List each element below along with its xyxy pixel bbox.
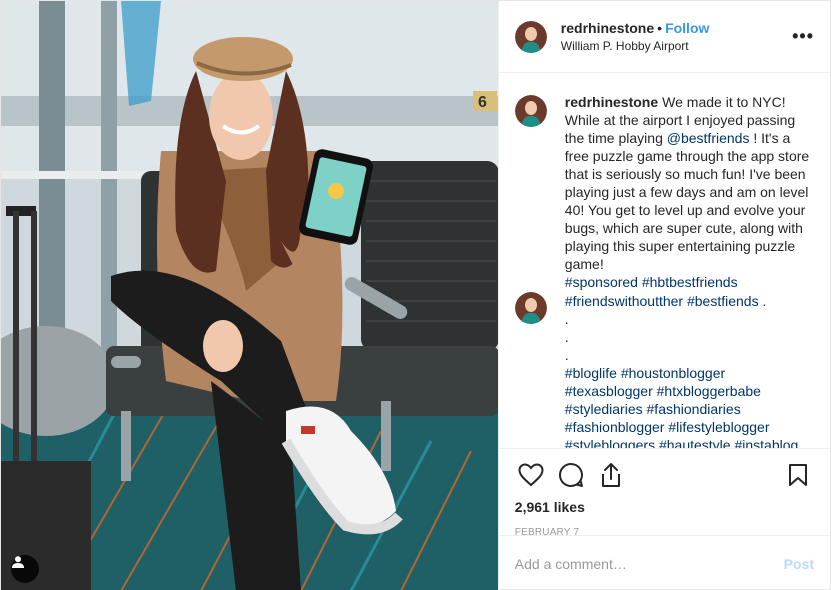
hashtag-link[interactable]: #hbtbestfriends	[642, 274, 738, 290]
caption-text-part: ! It's a free puzzle game through the ap…	[564, 130, 810, 272]
like-button[interactable]	[511, 455, 551, 495]
hashtag-link[interactable]: #houstonblogger	[621, 365, 725, 381]
user-silhouette-icon	[12, 556, 24, 568]
instagram-post: 6 redrhinestone • Follow William P. Hobb…	[0, 0, 831, 590]
header-username[interactable]: redrhinestone	[561, 20, 654, 36]
follow-button[interactable]: Follow	[665, 20, 709, 36]
post-header: redrhinestone • Follow William P. Hobby Ai…	[498, 1, 830, 73]
comment-row: #friendswithoutther #bestfiends . . . . …	[514, 292, 814, 448]
comment-text: #friendswithoutther #bestfiends . . . . …	[565, 292, 814, 448]
more-options-button[interactable]: •••	[792, 26, 814, 47]
profile-picture-icon	[514, 95, 547, 127]
hashtag-link[interactable]: #bestfiends	[687, 293, 759, 309]
profile-picture-icon	[514, 20, 547, 53]
hashtag-link[interactable]: #fashionblogger	[565, 419, 665, 435]
likes-count[interactable]: 2,961 likes	[511, 499, 818, 515]
post-button[interactable]: Post	[784, 556, 814, 572]
save-button[interactable]	[778, 455, 818, 495]
gate-number: 6	[478, 94, 487, 111]
avatar[interactable]	[514, 292, 547, 324]
mention-link[interactable]: @bestfriends	[667, 130, 750, 146]
post-side-panel: redrhinestone • Follow William P. Hobby Ai…	[497, 1, 830, 590]
trailing-period: .	[762, 293, 767, 309]
avatar[interactable]	[514, 20, 547, 53]
hashtag-link[interactable]: #sponsored	[565, 274, 638, 290]
action-icons	[511, 455, 818, 495]
caption-author[interactable]: redrhinestone	[565, 94, 658, 110]
hashtag-link[interactable]: #texasblogger	[565, 383, 653, 399]
caption-row: redrhinestone We made it to NYC! While at…	[514, 93, 814, 291]
heart-icon	[518, 463, 544, 487]
hashtag-link[interactable]: #stylebloggers	[565, 437, 655, 448]
hashtag-link[interactable]: #stylediaries	[565, 401, 643, 417]
dot-line: .	[564, 347, 569, 363]
comment-icon	[558, 462, 583, 487]
profile-picture-icon	[514, 292, 547, 324]
comments-list[interactable]: redrhinestone We made it to NYC! While at…	[499, 73, 830, 448]
hashtag-link[interactable]: #hautestyle	[659, 437, 731, 448]
header-separator: •	[657, 19, 663, 36]
add-comment-bar: Post	[498, 535, 830, 590]
tagged-users-button[interactable]	[11, 555, 39, 583]
hashtag-link[interactable]: #instablog	[734, 437, 798, 448]
share-button[interactable]	[591, 455, 631, 495]
airport-selfie-illustration: 6	[1, 1, 498, 590]
hashtag-link[interactable]: #friendswithoutther	[565, 293, 683, 309]
comment-button[interactable]	[551, 455, 591, 495]
location-link[interactable]: William P. Hobby Airport	[561, 37, 792, 55]
dot-line: .	[564, 329, 569, 345]
post-photo[interactable]: 6	[1, 1, 498, 590]
dot-line: .	[564, 311, 569, 327]
more-icon: •••	[792, 26, 814, 46]
hashtag-link[interactable]: #bloglife	[565, 365, 617, 381]
bookmark-icon	[789, 464, 807, 486]
header-text: redrhinestone • Follow William P. Hobby Ai…	[561, 19, 792, 55]
caption-text: redrhinestone We made it to NYC! While at…	[565, 93, 814, 291]
share-icon	[601, 463, 620, 487]
comment-input[interactable]	[514, 555, 784, 572]
hashtag-link[interactable]: #htxbloggerbabe	[657, 383, 761, 399]
avatar[interactable]	[514, 95, 547, 127]
hashtag-link[interactable]: #lifestyleblogger	[668, 419, 769, 435]
hashtag-link[interactable]: #fashiondiaries	[647, 401, 741, 417]
